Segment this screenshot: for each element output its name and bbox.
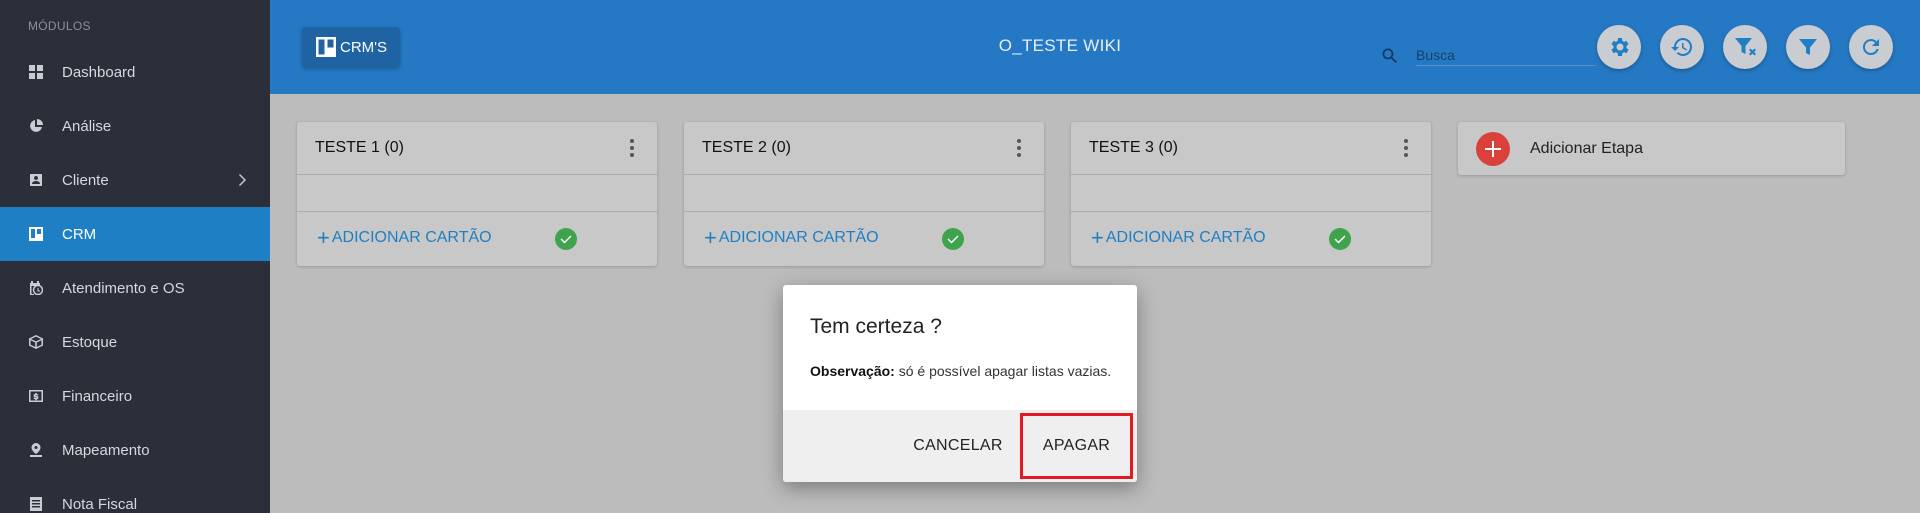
sidebar-item-crm[interactable]: CRM [0,207,270,261]
column-header: TESTE 2 (0) [684,122,1044,175]
sidebar-item-financeiro[interactable]: Financeiro [0,369,270,423]
crms-button[interactable]: CRM'S [302,27,400,67]
refresh-icon [1862,39,1879,56]
trello-board-icon [316,37,336,57]
sidebar-item-nota-fiscal[interactable]: Nota Fiscal [0,477,270,513]
plus-icon: + [1091,225,1104,250]
sidebar-item-label: CRM [62,225,97,243]
more-vert-icon[interactable] [1016,138,1021,158]
calendar-clock-icon [29,281,43,295]
check-circle-icon[interactable] [942,228,964,250]
box-icon [29,335,43,349]
column-title: TESTE 2 [702,139,767,156]
chevron-right-icon [238,172,248,188]
list-column: TESTE 3 (0) + ADICIONAR CARTÃO [1071,122,1431,266]
sidebar-item-label: Cliente [62,171,109,189]
add-card-button[interactable]: + ADICIONAR CARTÃO [297,212,657,264]
confirm-dialog: Tem certeza ? Observação: só é possível … [783,285,1137,482]
dashboard-icon [29,65,43,79]
sidebar-item-dashboard[interactable]: Dashboard [0,45,270,99]
column-cards-area [684,175,1044,212]
clear-filter-icon [1735,38,1756,56]
settings-button[interactable] [1597,25,1641,69]
column-count: (0) [384,139,404,156]
column-title: TESTE 1 [315,139,380,156]
sidebar-item-cliente[interactable]: Cliente [0,153,270,207]
column-count: (0) [1158,139,1178,156]
sidebar-item-atendimento[interactable]: Atendimento e OS [0,261,270,315]
delete-button[interactable]: APAGAR [1020,413,1133,479]
history-icon [1671,37,1693,56]
add-card-button[interactable]: + ADICIONAR CARTÃO [1071,212,1431,264]
sidebar-item-label: Análise [62,117,112,135]
dialog-message: Observação: só é possível apagar listas … [810,363,1111,379]
check-circle-icon[interactable] [555,228,577,250]
more-vert-icon[interactable] [1403,138,1408,158]
search-input[interactable] [1416,44,1596,66]
add-card-label: ADICIONAR CARTÃO [718,229,879,246]
add-card-button[interactable]: + ADICIONAR CARTÃO [684,212,1044,264]
contact-card-icon [29,173,43,187]
pie-chart-icon [29,119,43,133]
money-icon [29,389,43,403]
settings-icon [1611,38,1629,56]
add-circle-icon [1476,131,1510,166]
document-icon [29,497,43,511]
cancel-button[interactable]: CANCELAR [903,430,1013,462]
column-header: TESTE 1 (0) [297,122,657,175]
dialog-title: Tem certeza ? [810,315,942,338]
sidebar-header: MÓDULOS [28,19,91,33]
dialog-note-label: Observação: [810,363,895,379]
sidebar-item-label: Atendimento e OS [62,279,185,297]
board-title: O_TESTE WIKI [998,36,1122,55]
add-card-label: ADICIONAR CARTÃO [331,229,492,246]
add-stage-label: Adicionar Etapa [1530,139,1643,157]
column-count: (0) [771,139,791,156]
check-circle-icon[interactable] [1329,228,1351,250]
column-title: TESTE 3 [1089,139,1154,156]
dialog-note-text: só é possível apagar listas vazias. [894,363,1112,379]
add-stage-button[interactable]: Adicionar Etapa [1458,122,1845,175]
search-icon[interactable] [1380,46,1400,66]
list-column: TESTE 1 (0) + ADICIONAR CARTÃO [297,122,657,266]
sidebar: MÓDULOS Dashboard Análise Cliente CRM At… [0,0,270,513]
crms-button-label: CRM'S [340,38,388,56]
sidebar-item-label: Dashboard [62,63,136,81]
column-cards-area [297,175,657,212]
sidebar-item-label: Mapeamento [62,441,150,459]
map-pin-icon [29,443,43,457]
list-column: TESTE 2 (0) + ADICIONAR CARTÃO [684,122,1044,266]
sidebar-item-analise[interactable]: Análise [0,99,270,153]
sidebar-item-label: Financeiro [62,387,133,405]
sidebar-item-label: Nota Fiscal [62,495,138,513]
sidebar-item-estoque[interactable]: Estoque [0,315,270,369]
filter-button[interactable] [1786,25,1830,69]
dialog-actions: CANCELAR APAGAR [783,410,1137,482]
column-cards-area [1071,175,1431,212]
sidebar-item-label: Estoque [62,333,118,351]
column-header: TESTE 3 (0) [1071,122,1431,175]
trello-board-icon [29,227,43,241]
plus-icon: + [317,225,330,250]
plus-icon: + [704,225,717,250]
sidebar-item-mapeamento[interactable]: Mapeamento [0,423,270,477]
add-card-label: ADICIONAR CARTÃO [1105,229,1266,246]
history-button[interactable] [1660,25,1704,69]
more-vert-icon[interactable] [629,138,634,158]
refresh-button[interactable] [1849,25,1893,69]
clear-filter-button[interactable] [1723,25,1767,69]
filter-icon [1799,39,1817,55]
